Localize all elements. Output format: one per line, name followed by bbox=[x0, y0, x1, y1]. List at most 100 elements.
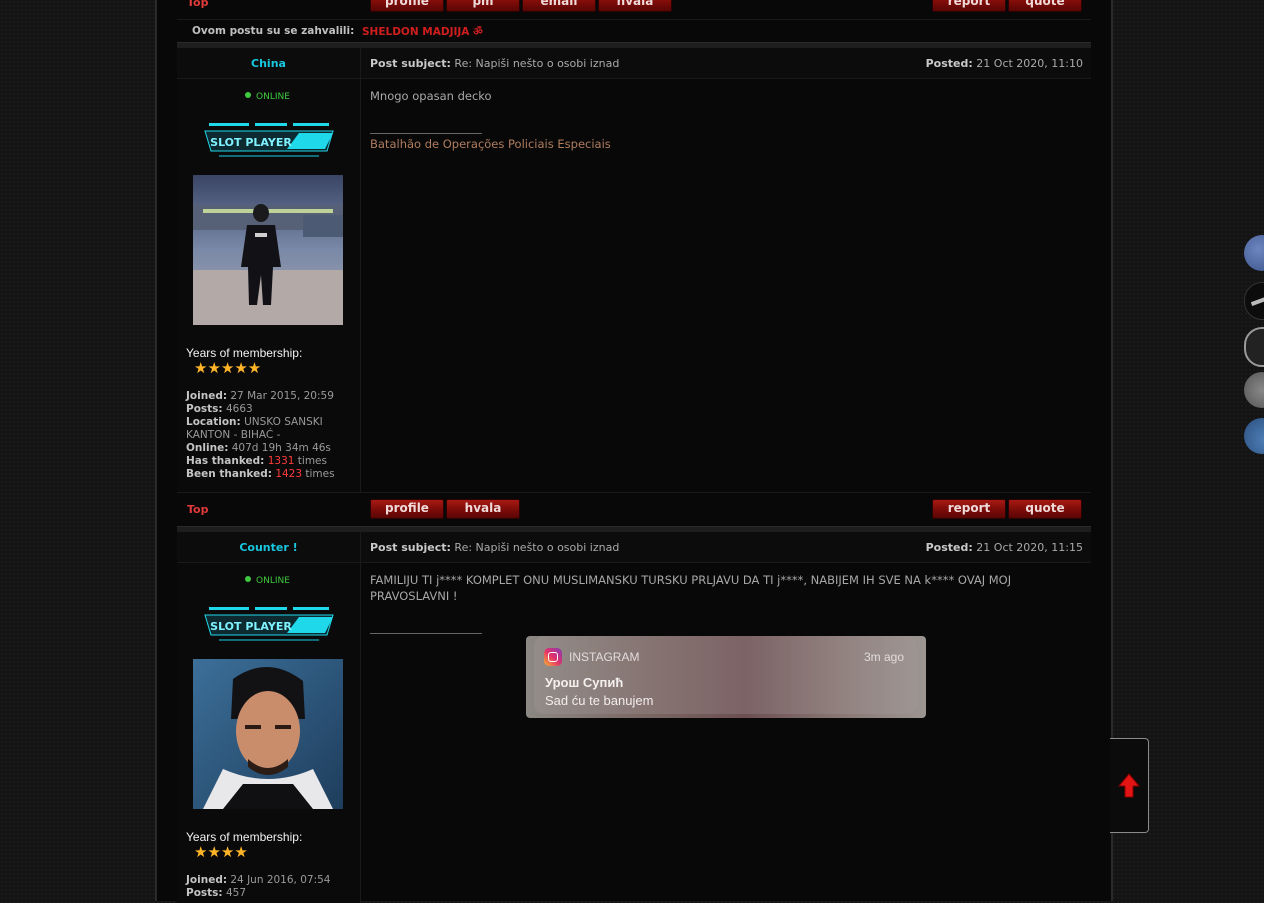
rank-badge-graphic: SLOT PLAYER bbox=[204, 123, 334, 157]
notification-time: 3m ago bbox=[863, 650, 904, 664]
notification-app: INSTAGRAM bbox=[569, 650, 640, 664]
location-row: Location: UNSKO SANSKI KANTON - BIHAĆ - bbox=[186, 416, 356, 442]
post-body: FAMILIJU TI j**** KOMPLET ONU MUSLIMANSK… bbox=[370, 573, 1012, 603]
scroll-top-button[interactable] bbox=[1110, 738, 1149, 833]
instagram-icon bbox=[544, 648, 562, 666]
membership-stars-icon: ★★★★★ bbox=[194, 359, 262, 377]
membership-years-label: Years of membership: bbox=[186, 830, 303, 844]
post-date: Posted: 21 Oct 2020, 11:10 bbox=[926, 57, 1083, 70]
profile-button[interactable]: profile bbox=[370, 499, 444, 519]
link-icon[interactable] bbox=[1244, 282, 1264, 320]
quote-button[interactable]: quote bbox=[1008, 0, 1082, 12]
forum-page: Top profile pm email hvala report quote … bbox=[155, 0, 1113, 903]
avatar bbox=[193, 659, 343, 809]
top-link[interactable]: Top bbox=[187, 503, 208, 516]
been-thanked-label: Been thanked: bbox=[186, 468, 272, 480]
subject-label: Post subject: bbox=[370, 541, 451, 554]
posted-value: 21 Oct 2020, 11:15 bbox=[976, 541, 1083, 554]
rank-badge-graphic: SLOT PLAYER bbox=[204, 607, 334, 641]
online-row: Online: 407d 19h 34m 46s bbox=[186, 442, 356, 455]
posted-label: Posted: bbox=[925, 541, 973, 554]
pm-button[interactable]: pm bbox=[446, 0, 520, 12]
post-header: Counter ! Post subject: Re: Napiši nešto… bbox=[177, 532, 1091, 563]
header-divider bbox=[360, 48, 361, 78]
post-body: Mnogo opasan decko bbox=[370, 89, 492, 103]
profile-column: ONLINE SLOT PLAYER Years of membership: … bbox=[177, 79, 361, 492]
up-arrow-icon bbox=[1117, 773, 1141, 798]
times-text: times bbox=[305, 468, 335, 480]
quote-button[interactable]: quote bbox=[1008, 499, 1082, 519]
email-button[interactable]: email bbox=[522, 0, 596, 12]
rank-badge: SLOT PLAYER bbox=[199, 123, 339, 159]
thanks-label: Ovom postu su se zahvalili: bbox=[192, 25, 355, 37]
music-icon[interactable] bbox=[1244, 372, 1264, 408]
post-author[interactable]: Counter ! bbox=[177, 541, 360, 554]
joined-value: 24 Jun 2016, 07:54 bbox=[230, 874, 331, 886]
post-author[interactable]: China bbox=[177, 57, 360, 70]
profile-info: Joined: 24 Jun 2016, 07:54 Posts: 457 bbox=[186, 874, 356, 900]
posts-row: Posts: 457 bbox=[186, 887, 356, 900]
online-time: 407d 19h 34m 46s bbox=[231, 442, 331, 454]
top-link[interactable]: Top bbox=[187, 0, 208, 9]
joined-label: Joined: bbox=[186, 390, 228, 402]
post-subject: Post subject: Re: Napiši nešto o osobi i… bbox=[370, 57, 619, 70]
posts-label: Posts: bbox=[186, 403, 223, 415]
joined-row: Joined: 27 Mar 2015, 20:59 bbox=[186, 390, 356, 403]
report-button[interactable]: report bbox=[932, 499, 1006, 519]
online-status: ONLINE bbox=[245, 92, 290, 102]
joined-value: 27 Mar 2015, 20:59 bbox=[230, 390, 334, 402]
instagram-notification-image: INSTAGRAM 3m ago Урош Супић Sad ću te ba… bbox=[526, 636, 926, 718]
post-date: Posted: 21 Oct 2020, 11:15 bbox=[926, 541, 1083, 554]
has-thanked-row: Has thanked: 1331 times bbox=[186, 455, 356, 468]
profile-info: Joined: 27 Mar 2015, 20:59 Posts: 4663 L… bbox=[186, 390, 356, 481]
has-thanked-count[interactable]: 1331 bbox=[268, 455, 295, 467]
membership-years-label: Years of membership: bbox=[186, 346, 303, 360]
online-dot-icon bbox=[245, 92, 251, 98]
online-status: ONLINE bbox=[245, 576, 290, 586]
online-dot-icon bbox=[245, 576, 251, 582]
post-footer: Top profile hvala report quote bbox=[177, 492, 1091, 527]
has-thanked-label: Has thanked: bbox=[186, 455, 265, 467]
profile-button[interactable]: profile bbox=[370, 0, 444, 12]
avatar-image bbox=[193, 175, 343, 325]
facebook-icon[interactable] bbox=[1244, 235, 1264, 271]
posts-count: 4663 bbox=[225, 403, 253, 415]
rank-text: SLOT PLAYER bbox=[210, 136, 292, 149]
subject-text: Re: Napiši nešto o osobi iznad bbox=[454, 541, 620, 554]
posts-label: Posts: bbox=[186, 887, 223, 899]
online-status-text: ONLINE bbox=[256, 92, 290, 102]
online-status-text: ONLINE bbox=[256, 576, 290, 586]
avatar-image bbox=[193, 659, 343, 809]
membership-stars-icon: ★★★★ bbox=[194, 843, 248, 861]
notification-title: Урош Супић bbox=[545, 675, 624, 690]
posted-label: Posted: bbox=[925, 57, 973, 70]
subject-text: Re: Napiši nešto o osobi iznad bbox=[454, 57, 620, 70]
subject-label: Post subject: bbox=[370, 57, 451, 70]
post-subject: Post subject: Re: Napiši nešto o osobi i… bbox=[370, 541, 619, 554]
notification-message: Sad ću te banujem bbox=[545, 693, 654, 708]
been-thanked-count[interactable]: 1423 bbox=[275, 468, 302, 480]
posted-value: 21 Oct 2020, 11:10 bbox=[976, 57, 1083, 70]
share-link-icon[interactable] bbox=[1244, 327, 1264, 367]
rank-badge: SLOT PLAYER bbox=[199, 607, 339, 643]
thanks-row: Ovom postu su se zahvalili: SHELDON MADJ… bbox=[177, 19, 1091, 42]
profile-column: ONLINE SLOT PLAYER Years of membership: … bbox=[177, 563, 361, 903]
posts-row: Posts: 4663 bbox=[186, 403, 356, 416]
thanks-user-link[interactable]: SHELDON MADJIJA ॐ bbox=[362, 25, 483, 39]
avatar bbox=[193, 175, 343, 325]
report-button[interactable]: report bbox=[932, 0, 1006, 12]
header-divider bbox=[360, 532, 361, 562]
joined-row: Joined: 24 Jun 2016, 07:54 bbox=[186, 874, 356, 887]
rank-text: SLOT PLAYER bbox=[210, 620, 292, 633]
hvala-button[interactable]: hvala bbox=[446, 499, 520, 519]
chat-icon[interactable] bbox=[1244, 418, 1264, 454]
times-text: times bbox=[297, 455, 327, 467]
post-china: China Post subject: Re: Napiši nešto o o… bbox=[177, 42, 1091, 528]
post-counter: Counter ! Post subject: Re: Napiši nešto… bbox=[177, 526, 1091, 903]
posts-count: 457 bbox=[225, 887, 247, 899]
hvala-button[interactable]: hvala bbox=[598, 0, 672, 12]
joined-label: Joined: bbox=[186, 874, 228, 886]
previous-post-footer: Top profile pm email hvala report quote … bbox=[177, 0, 1091, 44]
signature-divider bbox=[370, 633, 482, 634]
post-header: China Post subject: Re: Napiši nešto o o… bbox=[177, 48, 1091, 79]
